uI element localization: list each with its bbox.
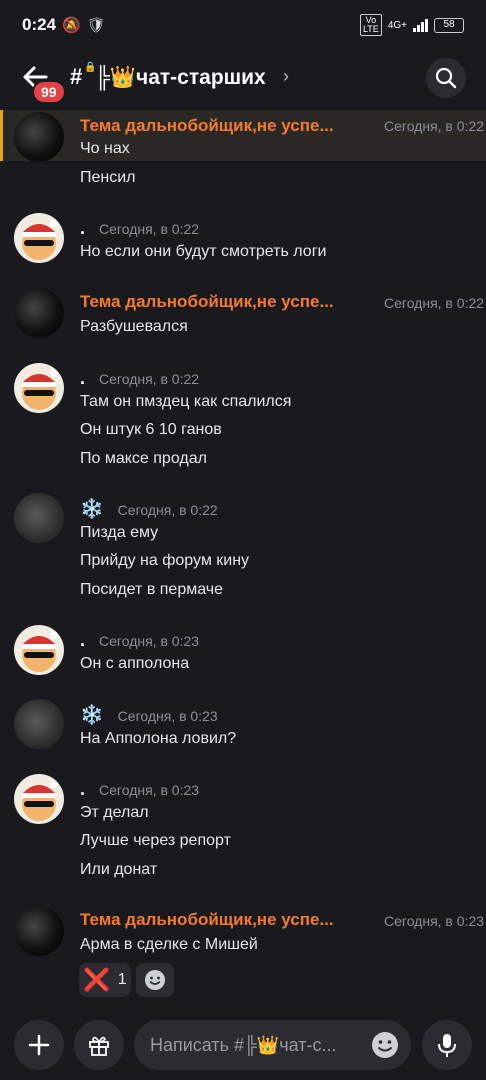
message-text: Чо нах xyxy=(80,140,130,157)
reaction-cross[interactable]: ❌ 1 xyxy=(79,963,131,997)
shield-icon: 🛡 xyxy=(86,17,106,34)
message-text: Он штук 6 10 ганов xyxy=(80,421,222,438)
message-list[interactable]: Тема дальнобойщик,не успе... Сегодня, в … xyxy=(0,110,486,1010)
search-button[interactable] xyxy=(426,58,466,98)
message-text: Посидет в пермаче xyxy=(80,581,223,598)
message-timestamp: Сегодня, в 0:22 xyxy=(384,118,485,134)
message-timestamp: Сегодня, в 0:23 xyxy=(99,633,200,649)
plus-icon xyxy=(28,1034,50,1056)
author-name[interactable]: . xyxy=(80,779,85,800)
author-name[interactable]: . xyxy=(80,630,85,651)
microphone-icon xyxy=(438,1034,456,1057)
reaction-count: 1 xyxy=(117,971,127,988)
avatar[interactable] xyxy=(14,213,64,263)
avatar[interactable] xyxy=(14,493,64,543)
message-group[interactable]: Тема дальнобойщик,не успе... Сегодня, в … xyxy=(0,110,486,162)
search-icon xyxy=(435,67,457,89)
cross-mark-icon: ❌ xyxy=(83,967,111,992)
unread-badge: 99 xyxy=(32,80,66,104)
message-text: Но если они будут смотреть логи xyxy=(80,243,327,260)
avatar[interactable] xyxy=(14,699,64,749)
mute-notifications-icon: 🔕 xyxy=(62,17,81,34)
message-text: По максе продал xyxy=(80,450,207,467)
message-text: Арма в сделке с Мишей xyxy=(80,936,258,953)
add-attachment-button[interactable] xyxy=(14,1020,64,1070)
message-timestamp: Сегодня, в 0:23 xyxy=(99,782,200,798)
status-time: 0:24 xyxy=(22,15,57,34)
message-text: Пизда ему xyxy=(80,524,159,541)
voice-message-button[interactable] xyxy=(422,1020,472,1070)
author-name[interactable]: Тема дальнобойщик,не успе... xyxy=(80,116,334,136)
author-name[interactable]: ❄️ xyxy=(80,703,104,727)
message-text: Лучше через репорт xyxy=(80,832,231,849)
author-name[interactable]: Тема дальнобойщик,не успе... xyxy=(80,292,334,312)
santa-cat-icon xyxy=(22,780,58,821)
author-name[interactable]: ❄️ xyxy=(80,497,104,521)
message-text: Разбушевался xyxy=(80,318,188,335)
author-name[interactable]: . xyxy=(80,218,85,239)
message-text: Он с апполона xyxy=(80,655,190,672)
gift-button[interactable] xyxy=(74,1020,124,1070)
smiley-icon xyxy=(372,1032,398,1058)
channel-title[interactable]: ╠👑чат-старших xyxy=(95,66,266,90)
avatar[interactable] xyxy=(14,363,64,413)
gift-icon xyxy=(89,1036,109,1056)
avatar[interactable] xyxy=(14,288,64,338)
santa-cat-icon xyxy=(22,369,58,410)
composer-bar xyxy=(0,1010,486,1080)
add-reaction-button[interactable] xyxy=(136,963,174,997)
avatar[interactable] xyxy=(14,774,64,824)
channel-header: 99 # 🔒 ╠👑чат-старших › xyxy=(0,50,486,110)
status-bar: 0:24 🔕 🛡 Vo LTE 4G+ 58 xyxy=(0,0,486,50)
message-input[interactable] xyxy=(150,1032,360,1058)
message-text: На Апполона ловил? xyxy=(80,730,237,747)
avatar[interactable] xyxy=(14,112,64,162)
message-text: Там он пмздец как спалился xyxy=(80,393,292,410)
battery-icon: 58 xyxy=(434,17,464,33)
santa-cat-icon xyxy=(22,631,58,672)
message-timestamp: Сегодня, в 0:22 xyxy=(384,295,485,311)
avatar[interactable] xyxy=(14,906,64,956)
santa-cat-icon xyxy=(22,219,58,260)
avatar[interactable] xyxy=(14,625,64,675)
author-name[interactable]: . xyxy=(80,368,85,389)
message-timestamp: Сегодня, в 0:23 xyxy=(117,708,218,724)
message-timestamp: Сегодня, в 0:22 xyxy=(99,221,200,237)
message-text: Пенсил xyxy=(80,169,136,186)
emoji-button[interactable] xyxy=(370,1030,400,1060)
network-type: 4G+ xyxy=(387,19,407,31)
signal-icon xyxy=(413,18,428,32)
message-timestamp: Сегодня, в 0:22 xyxy=(99,371,200,387)
smiley-icon xyxy=(145,970,165,990)
battery-level: 58 xyxy=(443,18,455,30)
channel-hash-icon: # xyxy=(70,64,83,89)
chevron-right-icon[interactable]: › xyxy=(283,66,289,87)
message-timestamp: Сегодня, в 0:23 xyxy=(384,913,485,929)
message-text: Эт делал xyxy=(80,804,149,821)
author-name[interactable]: Тема дальнобойщик,не успе... xyxy=(80,910,334,930)
message-timestamp: Сегодня, в 0:22 xyxy=(117,502,218,518)
message-text: Прийду на форум кину xyxy=(80,552,250,569)
message-text: Или донат xyxy=(80,861,158,878)
volte-icon: Vo LTE xyxy=(359,14,382,36)
message-input-box[interactable] xyxy=(134,1020,411,1070)
